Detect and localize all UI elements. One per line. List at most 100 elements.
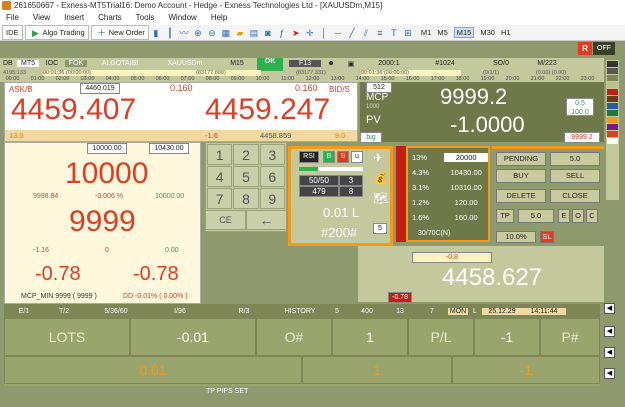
strip-f13[interactable]: F13 xyxy=(289,60,321,67)
candle-icon[interactable]: ┃ xyxy=(165,28,175,38)
tf-m5[interactable]: M5 xyxy=(437,28,447,37)
info-item[interactable]: 25.12.29 xyxy=(482,307,522,315)
o-button[interactable]: O xyxy=(572,209,584,223)
tf-m30[interactable]: M30 xyxy=(480,28,495,37)
tf-m1[interactable]: M1 xyxy=(421,28,431,37)
backspace-button[interactable]: ← xyxy=(246,210,287,230)
pl-val-cell[interactable]: -1 xyxy=(474,318,540,356)
crosshair-icon[interactable]: ✛ xyxy=(305,28,315,38)
shapes-icon[interactable]: ⊞ xyxy=(403,28,413,38)
zoom-in-icon[interactable]: ⊕ xyxy=(193,28,203,38)
folder-icon[interactable]: ▰ xyxy=(235,28,245,38)
sell-button[interactable]: SELL xyxy=(550,169,600,183)
sl-button[interactable]: SL xyxy=(540,231,554,243)
info-item[interactable]: 400 xyxy=(350,308,384,315)
side-arrow-1[interactable]: ◀ xyxy=(604,303,615,314)
ce-button[interactable]: CE xyxy=(205,210,246,230)
strip-fok[interactable]: FOK xyxy=(65,60,87,67)
menu-insert[interactable]: Insert xyxy=(64,11,84,25)
o-val-cell[interactable]: 1 xyxy=(332,318,408,356)
menu-window[interactable]: Window xyxy=(168,11,196,25)
strip-mt5[interactable]: MT5 xyxy=(17,60,39,67)
keypad-key[interactable]: 5 xyxy=(233,166,259,187)
pending-value[interactable]: 5.0 xyxy=(550,152,600,166)
side-arrow-3[interactable]: ◀ xyxy=(604,347,615,358)
template-icon[interactable]: ▤ xyxy=(249,28,259,38)
indicator-icon[interactable]: ƒ xyxy=(277,28,287,38)
table-row[interactable]: 13% 20000 xyxy=(408,150,488,165)
c-button[interactable]: C xyxy=(586,209,598,223)
info-item[interactable]: 13 xyxy=(384,308,416,315)
info-item[interactable]: R/3 xyxy=(212,308,276,315)
cursor-icon[interactable]: ➤ xyxy=(291,28,301,38)
side-arrow-4[interactable]: ◀ xyxy=(604,368,615,379)
buy-button[interactable]: BUY xyxy=(496,169,546,183)
menu-file[interactable]: File xyxy=(6,11,19,25)
tp-button[interactable]: TP xyxy=(496,209,514,223)
table-row[interactable]: 4.3% 10430.00 xyxy=(408,165,488,180)
keypad-key[interactable]: 8 xyxy=(233,188,259,209)
lots-val-cell[interactable]: -0.01 xyxy=(130,318,256,356)
info-item[interactable]: 14:11:44 xyxy=(522,307,566,315)
off-button[interactable]: OFF xyxy=(593,42,615,55)
keypad-key[interactable]: 9 xyxy=(259,188,285,209)
delete-button[interactable]: DELETE xyxy=(496,189,546,203)
info-item[interactable]: I/96 xyxy=(148,308,212,315)
text-icon[interactable]: T xyxy=(389,28,399,38)
new-order-button[interactable]: ＋ New Order xyxy=(90,25,149,40)
keypad-key[interactable]: 4 xyxy=(207,166,233,187)
fibo-icon[interactable]: ≡ xyxy=(375,28,385,38)
menu-tools[interactable]: Tools xyxy=(136,11,155,25)
tf-h1[interactable]: H1 xyxy=(501,28,511,37)
table-row[interactable]: 1.2% 120.00 xyxy=(408,195,488,210)
r-button[interactable]: R xyxy=(578,42,592,55)
close-button[interactable]: CLOSE xyxy=(550,189,600,203)
rsi-button[interactable]: RSI xyxy=(299,151,319,163)
pending-button[interactable]: PENDING xyxy=(496,152,546,166)
info-item[interactable]: 5/36/60 xyxy=(84,308,148,315)
e-button[interactable]: E xyxy=(558,209,570,223)
trendline-icon[interactable]: ╱ xyxy=(347,28,357,38)
info-item[interactable]: 7 xyxy=(416,308,448,315)
channel-icon[interactable]: ⫽ xyxy=(361,28,371,38)
keypad-key[interactable]: 7 xyxy=(207,188,233,209)
info-item[interactable]: MON xyxy=(448,307,468,315)
u-button[interactable]: u xyxy=(351,151,363,163)
keypad-key[interactable]: 1 xyxy=(207,144,233,165)
info-item[interactable]: T/2 xyxy=(44,308,84,315)
info-item[interactable]: 5 xyxy=(324,308,350,315)
tf-m15[interactable]: M15 xyxy=(453,27,475,38)
side-arrow-2[interactable]: ◀ xyxy=(604,326,615,337)
menu-view[interactable]: View xyxy=(33,11,50,25)
grid-icon[interactable]: ▦ xyxy=(221,28,231,38)
tp-value[interactable]: 5.0 xyxy=(518,209,554,223)
keypad-key[interactable]: 3 xyxy=(259,144,285,165)
table-row[interactable]: 1.6% 160.00 xyxy=(408,210,488,225)
camera-icon[interactable]: ◙ xyxy=(263,28,273,38)
chart-area[interactable]: -0.8 4458.627 -0.78 xyxy=(358,246,604,303)
strip-db[interactable]: DB xyxy=(0,60,17,67)
bar-chart-icon[interactable]: ▮ xyxy=(151,28,161,38)
strip-ioc[interactable]: IOC xyxy=(39,60,65,67)
ide-button[interactable]: IDE xyxy=(2,25,23,40)
row2-a-cell[interactable]: 0.01 xyxy=(4,356,302,384)
algo-trading-button[interactable]: ▶ Algo Trading xyxy=(24,25,89,40)
info-item[interactable]: E/1 xyxy=(4,308,44,315)
line-chart-icon[interactable]: 〰 xyxy=(179,28,189,38)
table-row[interactable]: 3.1% 10310.00 xyxy=(408,180,488,195)
b-button[interactable]: B xyxy=(323,151,335,163)
keypad-key[interactable]: 2 xyxy=(233,144,259,165)
row2-c-cell[interactable]: -1 xyxy=(452,356,600,384)
menu-help[interactable]: Help xyxy=(211,11,227,25)
zoom-out-icon[interactable]: ⊖ xyxy=(207,28,217,38)
info-item[interactable]: HISTORY xyxy=(276,308,324,315)
vline-icon[interactable]: │ xyxy=(319,28,329,38)
row2-b-cell[interactable]: 1 xyxy=(302,356,452,384)
s-button[interactable]: S xyxy=(337,151,349,163)
hline-icon[interactable]: ─ xyxy=(333,28,343,38)
pct-toggle[interactable]: 10.0% xyxy=(496,231,536,243)
menu-charts[interactable]: Charts xyxy=(98,11,122,25)
info-item[interactable]: L xyxy=(468,308,482,315)
keypad-key[interactable]: 6 xyxy=(259,166,285,187)
ide-label: IDE xyxy=(6,28,19,37)
